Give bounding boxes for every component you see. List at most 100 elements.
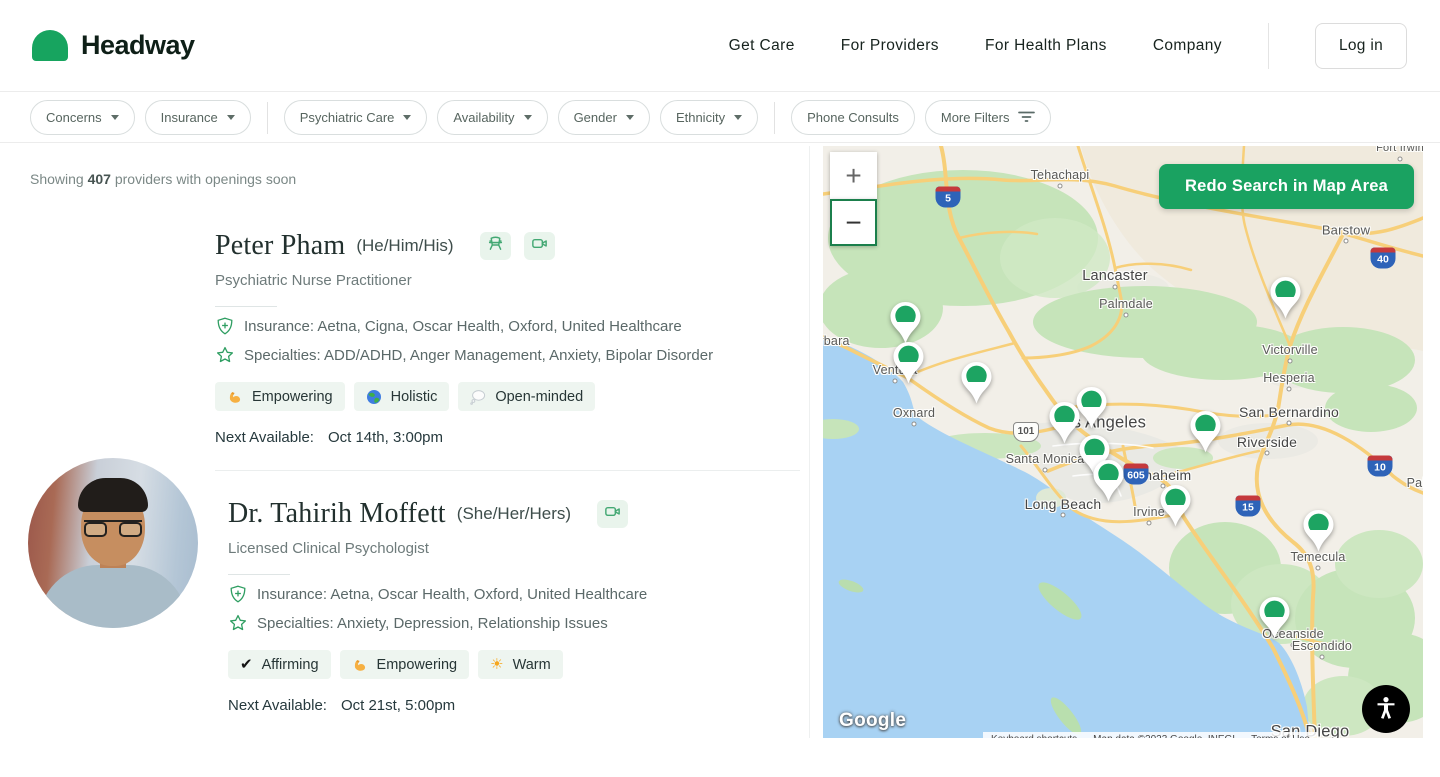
personality-badges: Empowering Holistic <box>215 382 805 411</box>
video-camera-icon <box>530 234 549 258</box>
nav-for-health-plans[interactable]: For Health Plans <box>985 37 1107 55</box>
zoom-in-button[interactable]: + <box>830 152 877 199</box>
keyboard-shortcuts-link[interactable]: Keyboard shortcuts <box>983 732 1085 738</box>
nav-company[interactable]: Company <box>1153 37 1222 55</box>
badge-warm: ☀ Warm <box>478 650 563 679</box>
chevron-down-icon <box>626 115 634 120</box>
map-pin[interactable] <box>892 341 925 390</box>
zoom-out-button[interactable]: − <box>830 199 877 246</box>
map-pin[interactable] <box>1159 484 1192 533</box>
map-pin[interactable] <box>1302 509 1335 558</box>
filter-ethnicity[interactable]: Ethnicity <box>660 100 758 135</box>
next-available-value: Oct 14th, 3:00pm <box>328 429 443 446</box>
badge-empowering: Empowering <box>340 650 470 679</box>
map-city-label: Oxnard <box>893 406 935 420</box>
login-button[interactable]: Log in <box>1315 23 1407 69</box>
filter-phone-consults[interactable]: Phone Consults <box>791 100 915 135</box>
insurance-text: Insurance: Aetna, Oscar Health, Oxford, … <box>257 586 647 603</box>
map-town-dot <box>1124 313 1129 318</box>
nav-get-care[interactable]: Get Care <box>729 37 795 55</box>
main-nav: Get Care For Providers For Health Plans … <box>729 23 1407 69</box>
sun-icon: ☀ <box>490 657 503 672</box>
map-city-label: Palm Springs <box>1407 476 1423 490</box>
star-outline-icon <box>228 613 248 633</box>
filter-psychiatric-care[interactable]: Psychiatric Care <box>284 100 428 135</box>
shield-plus-icon <box>215 316 235 336</box>
map-panel[interactable]: Santa BarbaraVenturaOxnardTehachapiFort … <box>823 146 1423 738</box>
map-town-dot <box>1113 285 1118 290</box>
personality-badges: ✔ Affirming Empowering ☀ Warm <box>228 650 808 679</box>
map-pin[interactable] <box>1258 596 1291 645</box>
nav-for-providers[interactable]: For Providers <box>841 37 939 55</box>
map-pin[interactable] <box>1048 401 1081 450</box>
headway-search-page: Headway Get Care For Providers For Healt… <box>0 0 1440 777</box>
insurance-row: Insurance: Aetna, Oscar Health, Oxford, … <box>228 584 808 604</box>
provider-name: Dr. Tahirih Moffett <box>228 498 446 530</box>
next-available-row: Next Available: Oct 21st, 5:00pm <box>228 697 808 714</box>
shield-plus-icon <box>228 584 248 604</box>
insurance-row: Insurance: Aetna, Cigna, Oscar Health, O… <box>215 316 805 336</box>
map-town-dot <box>1398 157 1403 162</box>
provider-card[interactable]: Dr. Tahirih Moffett (She/Her/Hers) Licen… <box>0 492 810 742</box>
map-pin[interactable] <box>1092 459 1125 508</box>
map-city-label: Tehachapi <box>1031 168 1090 182</box>
map-pin[interactable] <box>1269 276 1302 325</box>
map-town-dot <box>1316 566 1321 571</box>
accessibility-person-icon <box>1373 695 1399 724</box>
map-pin[interactable] <box>1189 410 1222 459</box>
map-city-label: Riverside <box>1237 434 1297 450</box>
muscle-icon <box>227 389 243 405</box>
map-town-dot <box>1287 421 1292 426</box>
next-available-label: Next Available: <box>228 697 327 714</box>
map-city-label: Hesperia <box>1263 371 1315 385</box>
map-town-dot <box>1320 655 1325 660</box>
map-town-dot <box>1147 521 1152 526</box>
chevron-down-icon <box>734 115 742 120</box>
chevron-down-icon <box>227 115 235 120</box>
highway-shield: 15 <box>1236 496 1261 517</box>
highway-shield: 605 <box>1124 464 1149 485</box>
map-city-label: Lancaster <box>1082 268 1147 284</box>
provider-card[interactable]: Peter Pham (He/Him/His) <box>0 225 810 465</box>
badge-affirming: ✔ Affirming <box>228 650 331 679</box>
filter-bar: Concerns Insurance Psychiatric Care Avai… <box>0 93 1440 143</box>
star-outline-icon <box>215 345 235 365</box>
nav-divider <box>1268 23 1269 69</box>
accessibility-button[interactable] <box>1362 685 1410 733</box>
filter-concerns[interactable]: Concerns <box>30 100 135 135</box>
specialties-row: Specialties: ADD/ADHD, Anger Management,… <box>215 345 805 365</box>
filter-availability[interactable]: Availability <box>437 100 547 135</box>
map-city-label: Long Beach <box>1025 496 1102 512</box>
highway-shield: 10 <box>1368 456 1393 477</box>
divider <box>228 574 290 575</box>
divider <box>215 306 277 307</box>
chevron-down-icon <box>524 115 532 120</box>
map-town-dot <box>912 422 917 427</box>
map-pin[interactable] <box>960 361 993 410</box>
provider-pronouns: (He/Him/His) <box>356 236 453 256</box>
headway-logo[interactable]: Headway <box>32 30 195 61</box>
highway-shield: 40 <box>1371 248 1396 269</box>
redo-search-button[interactable]: Redo Search in Map Area <box>1159 164 1414 209</box>
filter-gender[interactable]: Gender <box>558 100 650 135</box>
map-city-label: Escondido <box>1292 639 1352 653</box>
brand-name: Headway <box>81 30 195 61</box>
map-city-label: San Bernardino <box>1239 404 1339 420</box>
map-data-text: Map data ©2023 Google, INEGI <box>1085 732 1243 738</box>
map-town-dot <box>1287 387 1292 392</box>
filter-group-divider <box>774 102 775 134</box>
check-icon: ✔ <box>240 657 253 672</box>
specialties-row: Specialties: Anxiety, Depression, Relati… <box>228 613 808 633</box>
google-logo[interactable]: Google <box>839 710 906 732</box>
results-count-note: Showing 407 providers with openings soon <box>30 171 296 187</box>
specialties-text: Specialties: Anxiety, Depression, Relati… <box>257 615 608 632</box>
terms-of-use-link[interactable]: Terms of Use <box>1243 732 1318 738</box>
results-count: 407 <box>88 171 111 187</box>
next-available-label: Next Available: <box>215 429 314 446</box>
video-session-chip <box>524 232 555 260</box>
highway-shield: 101 <box>1013 422 1039 442</box>
filter-more-filters[interactable]: More Filters <box>925 100 1052 135</box>
filter-insurance[interactable]: Insurance <box>145 100 251 135</box>
map-city-label: Fort Irwin <box>1376 146 1423 154</box>
chevron-down-icon <box>111 115 119 120</box>
